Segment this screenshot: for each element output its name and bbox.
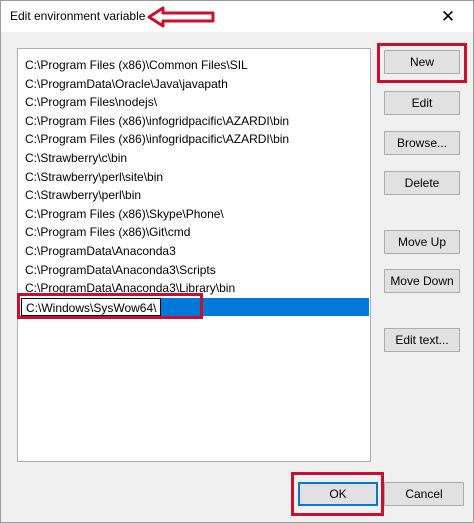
new-button[interactable]: New <box>384 50 460 74</box>
annotation-arrow-icon <box>147 6 215 28</box>
list-item-editing[interactable]: C:\Windows\SysWow64\ <box>21 298 369 316</box>
list-item[interactable]: C:\Program Files (x86)\infogridpacific\A… <box>21 112 369 130</box>
title-bar: Edit environment variable ✕ <box>1 1 473 32</box>
list-item[interactable]: C:\Program Files (x86)\Common Files\SIL <box>21 56 369 74</box>
edit-text-button[interactable]: Edit text... <box>384 328 460 352</box>
list-item[interactable]: C:\Strawberry\perl\site\bin <box>21 168 369 186</box>
list-item[interactable]: C:\Program Files (x86)\Skype\Phone\ <box>21 205 369 223</box>
list-item[interactable]: C:\Strawberry\perl\bin <box>21 186 369 204</box>
close-icon[interactable]: ✕ <box>431 6 465 28</box>
browse-button[interactable]: Browse... <box>384 131 460 155</box>
path-edit-input[interactable]: C:\Windows\SysWow64\ <box>21 298 162 316</box>
edit-button[interactable]: Edit <box>384 91 460 115</box>
move-down-button[interactable]: Move Down <box>384 269 460 293</box>
list-item[interactable]: C:\Program Files\nodejs\ <box>21 93 369 111</box>
cancel-button[interactable]: Cancel <box>384 482 464 506</box>
move-up-button[interactable]: Move Up <box>384 230 460 254</box>
delete-button[interactable]: Delete <box>384 171 460 195</box>
list-item[interactable]: C:\ProgramData\Anaconda3\Scripts <box>21 261 369 279</box>
list-item[interactable]: C:\ProgramData\Anaconda3\Library\bin <box>21 279 369 297</box>
path-list[interactable]: C:\Program Files (x86)\Common Files\SIL C… <box>17 48 371 462</box>
list-item[interactable]: C:\Program Files (x86)\infogridpacific\A… <box>21 130 369 148</box>
list-item[interactable]: C:\ProgramData\Anaconda3 <box>21 242 369 260</box>
list-item[interactable]: C:\Strawberry\c\bin <box>21 149 369 167</box>
list-item[interactable]: C:\Program Files (x86)\Git\cmd <box>21 223 369 241</box>
list-item[interactable]: C:\ProgramData\Oracle\Java\javapath <box>21 75 369 93</box>
dialog-title: Edit environment variable <box>10 9 146 23</box>
edit-environment-variable-dialog: Edit environment variable ✕ C:\Program F… <box>0 0 474 523</box>
ok-button[interactable]: OK <box>298 482 378 506</box>
